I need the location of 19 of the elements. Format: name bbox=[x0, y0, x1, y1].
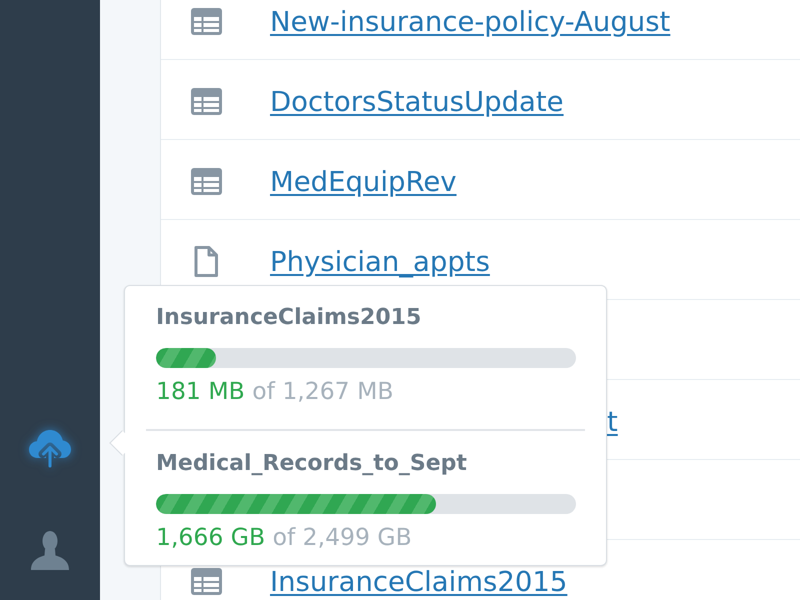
file-link[interactable]: Physician_appts bbox=[270, 246, 490, 278]
upload-size-text: 1,666 GB of 2,499 GB bbox=[156, 523, 413, 551]
upload-file-name: Medical_Records_to_Sept bbox=[156, 450, 468, 478]
file-link[interactable]: t bbox=[607, 406, 618, 438]
spreadsheet-icon bbox=[190, 568, 222, 595]
spreadsheet-icon bbox=[190, 8, 222, 35]
document-icon bbox=[194, 246, 218, 277]
spreadsheet-icon bbox=[190, 88, 222, 115]
file-link[interactable]: InsuranceClaims2015 bbox=[270, 566, 568, 598]
account-nav-button[interactable] bbox=[30, 530, 70, 570]
file-link[interactable]: DoctorsStatusUpdate bbox=[270, 86, 564, 118]
user-icon bbox=[30, 530, 70, 570]
file-link[interactable]: MedEquipRev bbox=[270, 166, 457, 198]
upload-file-name: InsuranceClaims2015 bbox=[156, 304, 422, 332]
file-link[interactable]: New-insurance-policy-August bbox=[270, 6, 670, 38]
spreadsheet-icon bbox=[190, 168, 222, 195]
upload-nav-button[interactable] bbox=[28, 428, 72, 468]
cloud-upload-icon bbox=[28, 428, 72, 468]
upload-size-text: 181 MB of 1,267 MB bbox=[156, 377, 394, 405]
